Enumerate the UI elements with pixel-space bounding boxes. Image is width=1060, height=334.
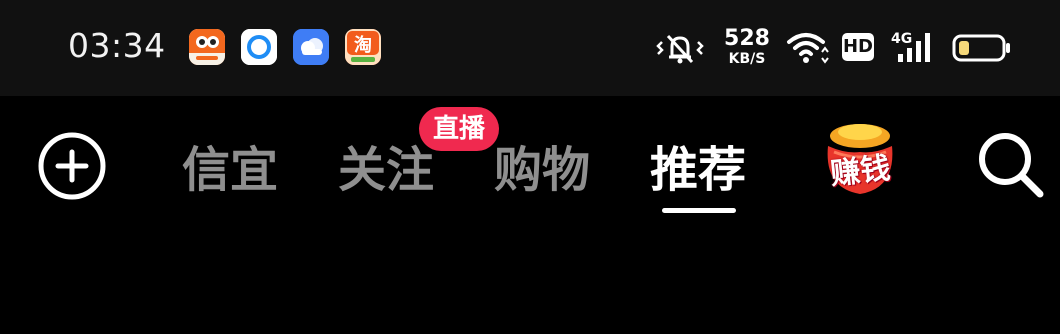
- status-time: 03:34: [68, 26, 166, 65]
- tab-shopping[interactable]: 购物: [494, 130, 590, 200]
- active-tab-indicator: [662, 208, 736, 213]
- add-icon: [38, 132, 106, 200]
- net-speed: 528 KB/S: [722, 26, 772, 67]
- net-speed-value: 528: [724, 26, 770, 51]
- ring-app-icon: [241, 29, 277, 65]
- duorou-app-icon: [189, 29, 225, 65]
- tab-recommend[interactable]: 推荐: [650, 130, 746, 200]
- signal-icon: 4G: [890, 28, 938, 66]
- wifi-icon: [786, 30, 830, 66]
- svg-text:淘: 淘: [354, 34, 372, 56]
- search-icon: [979, 133, 1044, 198]
- network-type-label: 4G: [891, 31, 912, 47]
- tab-xinyi[interactable]: 信宜: [182, 130, 278, 200]
- search-button[interactable]: [976, 130, 1046, 200]
- earn-money-button[interactable]: 赚钱: [814, 118, 906, 204]
- vibrate-mute-icon: [656, 30, 704, 66]
- battery-icon: [952, 34, 1012, 62]
- add-button[interactable]: [38, 132, 106, 200]
- hd-icon: HD: [842, 33, 874, 61]
- live-badge[interactable]: 直播: [419, 107, 500, 151]
- tab-follow[interactable]: 关注: [338, 130, 434, 200]
- taobao-app-icon: 淘: [345, 29, 381, 65]
- status-bar: 03:34 淘 528 KB/S HD 4G: [0, 0, 1060, 96]
- cloud-app-icon: [293, 29, 329, 65]
- top-nav: 信宜 关注 购物 推荐 直播 赚钱: [0, 96, 1060, 226]
- net-speed-unit: KB/S: [728, 51, 766, 67]
